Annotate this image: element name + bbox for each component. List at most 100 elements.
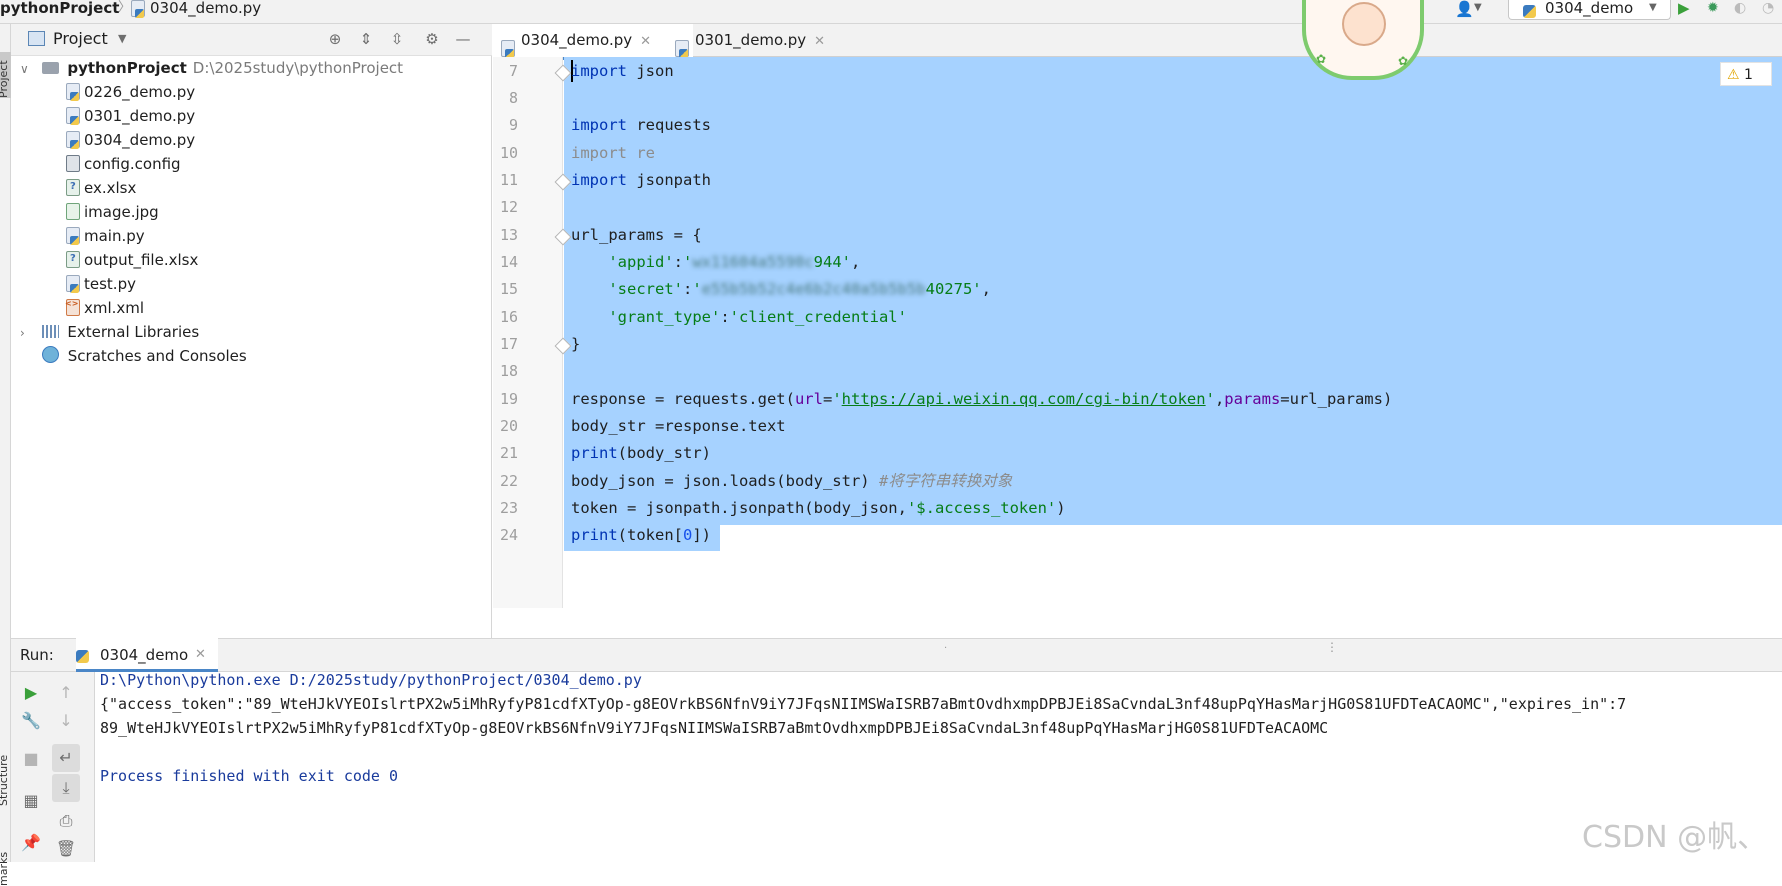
up-arrow-icon[interactable]: ↑ <box>55 682 77 704</box>
tab-0301-demo[interactable]: 0301_demo.py ✕ <box>667 24 860 58</box>
trash-icon[interactable]: 🗑 <box>55 838 77 860</box>
soft-wrap-icon[interactable]: ↵ <box>52 744 80 772</box>
tab-label: 0301_demo.py <box>695 31 807 49</box>
python-file-icon <box>66 275 80 293</box>
tree-scratches-row[interactable]: Scratches and Consoles <box>42 345 247 367</box>
python-icon <box>1523 3 1536 21</box>
hide-panel-icon[interactable]: — <box>454 30 472 48</box>
external-libraries-label: External Libraries <box>67 323 200 341</box>
code-line-24: print(token[0]) <box>571 526 712 544</box>
line-number: 19 <box>499 390 518 408</box>
file-row[interactable]: ? ex.xlsx <box>66 177 136 199</box>
mascot-leaf-icon-2: ✿ <box>1398 54 1409 68</box>
print-icon[interactable]: ⎙ <box>55 810 77 832</box>
unknown-file-icon: ? <box>66 251 80 268</box>
mascot-face <box>1342 2 1386 46</box>
structure-tool-button[interactable]: Structure <box>0 734 11 806</box>
line-number: 24 <box>499 526 518 544</box>
collapse-all-icon[interactable]: ⇳ <box>388 30 406 48</box>
xml-file-icon: <> <box>65 299 80 316</box>
navigation-bar: pythonProject 〉 0304_demo.py ✿ ✿ 👤 ▼ 030… <box>0 0 1782 80</box>
user-icon[interactable]: 👤 <box>1455 0 1474 18</box>
run-tab-label: 0304_demo <box>100 646 189 664</box>
file-row[interactable]: image.jpg <box>66 201 159 223</box>
file-row[interactable]: test.py <box>66 273 136 295</box>
left-tool-stripe: Project Structure marks <box>0 24 11 886</box>
close-icon[interactable]: ✕ <box>195 644 206 666</box>
tab-0304-demo[interactable]: 0304_demo.py ✕ <box>493 24 693 60</box>
down-arrow-icon[interactable]: ↓ <box>55 710 77 732</box>
run-label: Run: <box>20 646 54 664</box>
scratches-label: Scratches and Consoles <box>67 347 247 365</box>
layout-icon[interactable]: ▦ <box>20 790 42 812</box>
debug-icon[interactable]: ✹ <box>1707 0 1725 16</box>
file-row[interactable]: config.config <box>66 153 181 175</box>
line-number: 22 <box>499 472 518 490</box>
user-dropdown-icon[interactable]: ▼ <box>1474 2 1484 14</box>
config-file-icon <box>66 155 80 172</box>
run-config-selector[interactable]: 0304_demo ▼ <box>1508 0 1671 20</box>
chevron-right-icon[interactable]: › <box>20 326 25 340</box>
file-row[interactable]: 0301_demo.py <box>66 105 195 127</box>
close-icon[interactable]: ✕ <box>640 34 651 49</box>
mascot-leaf-icon: ✿ <box>1316 52 1327 66</box>
watermark: CSDN @帆、 <box>1582 820 1768 855</box>
code-line-9: import requests <box>571 116 711 134</box>
wrench-icon[interactable]: 🔧 <box>20 710 42 732</box>
code-line-16: 'grant_type':'client_credential' <box>608 308 907 326</box>
stop-icon[interactable]: ■ <box>20 748 42 770</box>
rerun-icon[interactable]: ▶ <box>20 682 42 704</box>
tree-external-libraries-row[interactable]: › External Libraries <box>20 321 199 343</box>
breadcrumb-separator: 〉 <box>118 0 132 15</box>
run-tab[interactable]: 0304_demo ✕ <box>76 638 218 672</box>
more-options-icon[interactable]: ⋮ <box>1326 641 1338 653</box>
redacted-secret: e55b5b52c4e6b2c40a5b5b5b <box>701 280 926 298</box>
url-link: https://api.weixin.qq.com/cgi-bin/token <box>841 390 1206 408</box>
close-icon[interactable]: ✕ <box>814 34 825 49</box>
line-number: 11 <box>499 171 518 189</box>
file-name: ex.xlsx <box>84 179 137 197</box>
file-row[interactable]: 0226_demo.py <box>66 81 195 103</box>
code-line-19: response = requests.get(url='https://api… <box>571 390 1393 408</box>
warning-icon: ⚠ <box>1727 67 1740 83</box>
file-name: test.py <box>84 275 136 293</box>
line-number: 8 <box>508 89 518 107</box>
python-icon <box>76 648 89 666</box>
line-number: 9 <box>508 116 518 134</box>
avatar: ✿ ✿ <box>1302 0 1424 80</box>
file-row[interactable]: ? output_file.xlsx <box>66 249 198 271</box>
breadcrumb-project[interactable]: pythonProject <box>0 0 119 16</box>
gear-icon[interactable]: ⚙ <box>423 30 441 48</box>
file-name: main.py <box>84 227 145 245</box>
project-panel-title[interactable]: Project <box>53 28 108 50</box>
line-number: 17 <box>499 335 518 353</box>
coverage-icon[interactable]: ◐ <box>1734 0 1752 16</box>
line-number: 18 <box>499 362 518 380</box>
run-icon[interactable]: ▶ <box>1678 0 1696 16</box>
scroll-to-end-icon[interactable]: ⤓ <box>52 774 80 802</box>
file-row[interactable]: 0304_demo.py <box>66 129 195 151</box>
code-line-23: token = jsonpath.jsonpath(body_json,'$.a… <box>571 499 1066 517</box>
locate-file-icon[interactable]: ⊕ <box>326 30 344 48</box>
code-line-22: body_json = json.loads(body_str) #将字符串转换… <box>571 472 1013 490</box>
project-tool-button[interactable]: Project <box>0 52 11 98</box>
line-number: 12 <box>499 198 518 216</box>
file-row[interactable]: main.py <box>66 225 145 247</box>
bookmarks-tool-button[interactable]: marks <box>0 844 11 886</box>
file-row[interactable]: <> xml.xml <box>65 297 144 319</box>
expand-all-icon[interactable]: ⇕ <box>357 30 375 48</box>
line-number: 21 <box>499 444 518 462</box>
redacted-appid: wx11604a5590c <box>692 253 814 271</box>
pin-icon[interactable]: 📌 <box>20 832 42 854</box>
breadcrumb-file[interactable]: 0304_demo.py <box>150 0 261 16</box>
line-number: 16 <box>499 308 518 326</box>
tree-root-row[interactable]: ∨ pythonProject D:\2025study\pythonProjec… <box>20 57 403 79</box>
project-view-icon <box>28 31 45 46</box>
drag-handle[interactable]: · <box>944 643 947 654</box>
inspection-widget[interactable]: ⚠ 1 <box>1720 62 1772 86</box>
profile-icon[interactable]: ◔ <box>1762 0 1780 16</box>
project-view-dropdown-icon[interactable]: ▼ <box>118 30 126 48</box>
chevron-down-icon[interactable]: ∨ <box>20 62 29 76</box>
file-name: config.config <box>84 155 181 173</box>
file-name: 0304_demo.py <box>84 131 196 149</box>
